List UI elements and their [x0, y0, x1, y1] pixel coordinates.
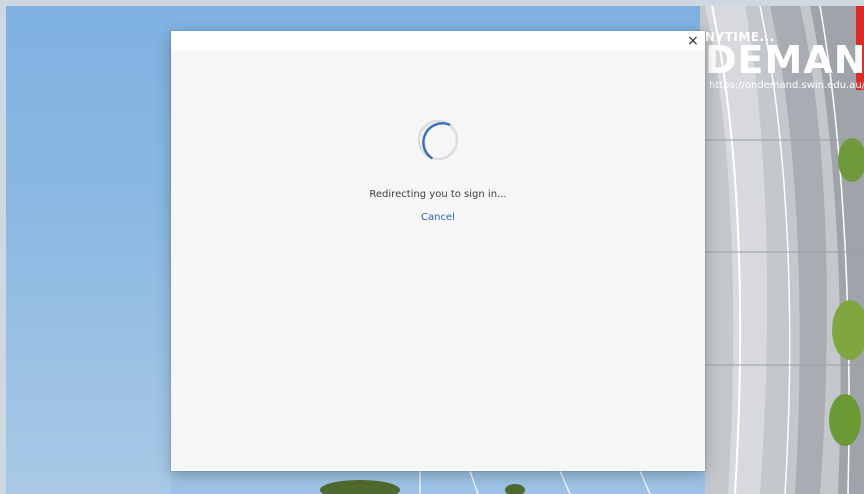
dialog-titlebar: ×: [171, 31, 705, 51]
sign-in-dialog: × Redirecting you to sign in... Cancel: [171, 31, 705, 471]
redirect-status-text: Redirecting you to sign in...: [369, 189, 507, 200]
banner-url: https://ondemand.swin.edu.au/: [709, 80, 864, 91]
screen: NYTIME... DEMAND https://ondemand.swin.e…: [0, 0, 864, 494]
cancel-link[interactable]: Cancel: [413, 212, 463, 223]
close-icon[interactable]: ×: [685, 33, 701, 49]
loading-spinner-icon: [417, 119, 459, 161]
banner-title: DEMAND: [705, 38, 864, 82]
